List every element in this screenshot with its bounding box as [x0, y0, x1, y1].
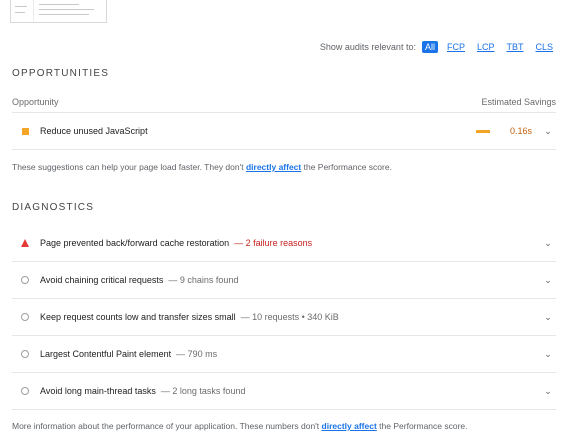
info-circle-icon [14, 313, 36, 321]
average-square-icon [14, 127, 36, 135]
estimated-savings-column-header: Estimated Savings [481, 97, 556, 107]
note-text: These suggestions can help your page loa… [12, 162, 246, 172]
thumbnail-line [15, 12, 25, 13]
audit-meta: — 2 long tasks found [160, 386, 246, 396]
directly-affect-link[interactable]: directly affect [246, 162, 301, 172]
audit-resource-summary[interactable]: Keep request counts low and transfer siz… [12, 299, 556, 336]
thumbnail-line [15, 6, 27, 7]
info-circle-icon [14, 387, 36, 395]
chevron-down-icon[interactable]: ⌄ [540, 312, 556, 323]
audit-meta: — 2 failure reasons [234, 238, 313, 248]
audit-savings-group: 0.16s ⌄ [475, 126, 556, 137]
diagnostics-heading: DIAGNOSTICS [12, 202, 95, 213]
chevron-down-icon[interactable]: ⌄ [540, 238, 556, 249]
audit-title: Avoid long main-thread tasks [40, 386, 156, 396]
note-text: the Performance score. [376, 421, 468, 431]
audit-title: Avoid chaining critical requests [40, 275, 164, 285]
opportunities-note: These suggestions can help your page loa… [12, 162, 392, 172]
thumbnail-line [39, 14, 89, 15]
filter-chip-tbt[interactable]: TBT [503, 41, 526, 53]
audit-meta: — 10 requests • 340 KiB [240, 312, 339, 322]
filter-chip-cls[interactable]: CLS [532, 41, 556, 53]
savings-value: 0.16s [509, 126, 532, 136]
audit-title: Largest Contentful Paint element [40, 349, 172, 359]
info-circle-icon [14, 350, 36, 358]
audit-bfcache[interactable]: Page prevented back/forward cache restor… [12, 225, 556, 262]
filter-chip-all[interactable]: All [421, 41, 438, 53]
audit-lcp-element[interactable]: Largest Contentful Paint element — 790 m… [12, 336, 556, 373]
note-text: More information about the performance o… [12, 421, 322, 431]
audit-title: Keep request counts low and transfer siz… [40, 312, 236, 322]
info-circle-icon [14, 276, 36, 284]
opportunity-column-header: Opportunity [12, 97, 59, 107]
audit-meta: — 790 ms [176, 349, 218, 359]
thumbnail-line [39, 4, 79, 5]
audit-reduce-unused-javascript[interactable]: Reduce unused JavaScript 0.16s ⌄ [12, 113, 556, 150]
chevron-down-icon[interactable]: ⌄ [540, 349, 556, 360]
chevron-down-icon[interactable]: ⌄ [540, 386, 556, 397]
diagnostics-note: More information about the performance o… [12, 421, 468, 431]
filter-chip-fcp[interactable]: FCP [444, 41, 468, 53]
fail-triangle-icon [14, 239, 36, 247]
directly-affect-link[interactable]: directly affect [322, 421, 377, 431]
chevron-down-icon[interactable]: ⌄ [540, 275, 556, 286]
opportunities-table-header: Opportunity Estimated Savings [12, 92, 556, 113]
note-text: the Performance score. [301, 162, 392, 172]
page-screenshot-thumbnail [10, 0, 107, 23]
audit-long-tasks[interactable]: Avoid long main-thread tasks — 2 long ta… [12, 373, 556, 410]
savings-bar [475, 129, 490, 133]
audit-title: Reduce unused JavaScript [40, 126, 148, 136]
opportunities-heading: OPPORTUNITIES [12, 68, 110, 79]
chevron-down-icon[interactable]: ⌄ [540, 126, 556, 137]
audit-filter-bar: Show audits relevant to: All FCP LCP TBT… [320, 41, 556, 53]
thumbnail-sidebar [11, 0, 34, 22]
audit-title: Page prevented back/forward cache restor… [40, 238, 230, 248]
audit-critical-request-chains[interactable]: Avoid chaining critical requests — 9 cha… [12, 262, 556, 299]
audit-meta: — 9 chains found [168, 275, 239, 285]
filter-label: Show audits relevant to: [319, 42, 416, 52]
filter-chip-lcp[interactable]: LCP [474, 41, 498, 53]
thumbnail-line [39, 9, 94, 10]
